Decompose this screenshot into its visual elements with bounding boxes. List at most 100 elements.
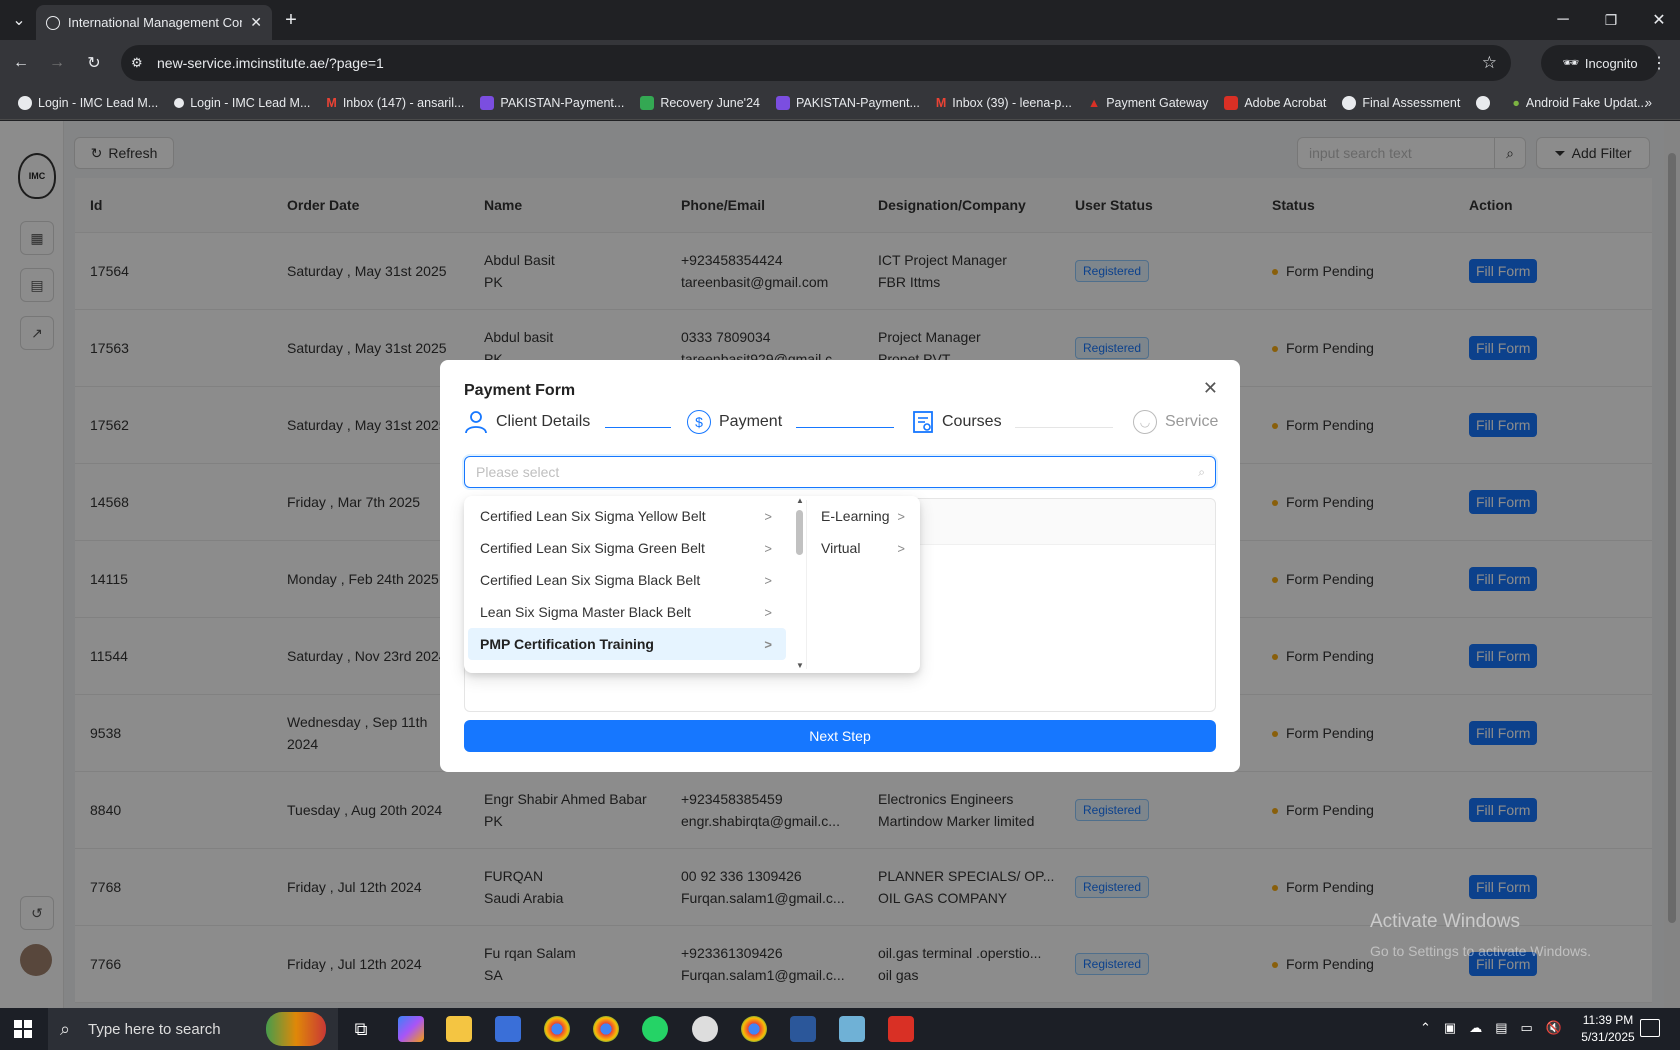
clock-date: 5/31/2025 xyxy=(1581,1030,1635,1044)
cascader-option[interactable]: Lean Six Sigma Master Black Belt > xyxy=(468,596,786,628)
tab-search-icon[interactable]: ⌄ xyxy=(4,5,34,35)
bookmark-item[interactable] xyxy=(1468,89,1504,117)
forward-icon[interactable]: → xyxy=(42,48,72,78)
reload-icon[interactable]: ↻ xyxy=(79,48,109,78)
step-connector xyxy=(605,427,671,428)
tray-app-icon[interactable]: ▤ xyxy=(1495,1020,1507,1036)
notifications-icon[interactable] xyxy=(1640,1019,1660,1037)
site-info-icon[interactable]: ⚙ xyxy=(131,55,143,71)
chevron-right-icon: > xyxy=(897,508,905,524)
chrome-icon[interactable] xyxy=(741,1016,767,1042)
new-tab-icon[interactable]: + xyxy=(276,5,306,35)
cascader-option[interactable]: Certified Lean Six Sigma Yellow Belt (Ar… xyxy=(468,660,786,669)
scroll-down-icon[interactable]: ▼ xyxy=(796,661,804,670)
scrollbar-thumb[interactable] xyxy=(796,510,803,555)
next-step-button[interactable]: Next Step xyxy=(464,720,1216,752)
step-courses[interactable]: Courses xyxy=(912,410,1002,434)
chrome-icon[interactable] xyxy=(544,1016,570,1042)
onedrive-icon[interactable]: ☁ xyxy=(1469,1020,1482,1036)
browser-tab-bar: ⌄ International Management Con ✕ + ─ ❐ ✕ xyxy=(0,0,1680,40)
step-connector xyxy=(796,427,894,428)
bookmark-item[interactable]: M Inbox (39) - leena-p... xyxy=(928,89,1080,117)
step-payment[interactable]: $ Payment xyxy=(687,410,782,434)
bookmark-favicon-icon xyxy=(1476,95,1491,110)
step-label: Payment xyxy=(719,413,783,430)
course-cascader-dropdown: Certified Lean Six Sigma Yellow Belt > Cer… xyxy=(464,496,920,673)
incognito-indicator[interactable]: 🕶 Incognito xyxy=(1541,45,1659,81)
task-view-icon[interactable]: ⧉ xyxy=(348,1016,374,1042)
option-label: Certified Lean Six Sigma Black Belt xyxy=(480,572,701,588)
bookmark-label: Final Assessment xyxy=(1362,95,1461,110)
dollar-icon: $ xyxy=(687,410,711,434)
taskbar-search[interactable]: ⌕ Type here to search xyxy=(48,1008,338,1050)
bookmark-item[interactable]: Recovery June'24 xyxy=(632,89,768,117)
course-select[interactable]: Please select ⌕ xyxy=(464,456,1216,488)
whatsapp-icon[interactable] xyxy=(642,1016,668,1042)
close-window-icon[interactable]: ✕ xyxy=(1644,5,1674,35)
step-client-details[interactable]: Client Details xyxy=(464,410,590,434)
option-label: PMP Certification Training xyxy=(480,636,654,652)
bookmark-item[interactable]: PAKISTAN-Payment... xyxy=(472,89,632,117)
url-field[interactable]: ⚙ new-service.imcinstitute.ae/?page=1 ☆ xyxy=(121,45,1511,81)
system-tray: ⌃ ▣ ☁ ▤ ▭ 🔇 xyxy=(1420,1020,1562,1036)
bookmark-label: Inbox (147) - ansaril... xyxy=(342,95,465,110)
cascader-sub-option[interactable]: Virtual > xyxy=(809,532,913,564)
bookmark-favicon-icon xyxy=(18,95,32,110)
cascader-option[interactable]: PMP Certification Training > xyxy=(468,628,786,660)
gmail-icon: M xyxy=(326,95,337,110)
bookmark-favicon-icon xyxy=(1342,95,1357,110)
bookmark-item[interactable]: ▲ Payment Gateway xyxy=(1080,89,1217,117)
copilot-icon[interactable] xyxy=(398,1016,424,1042)
cascader-sub-option[interactable]: E-Learning > xyxy=(809,500,913,532)
tray-app-icon[interactable]: ▣ xyxy=(1444,1020,1456,1036)
app-icon[interactable] xyxy=(839,1016,865,1042)
smile-icon: ◡ xyxy=(1133,410,1157,434)
windows-start-icon[interactable] xyxy=(14,1020,32,1038)
cascader-column-courses[interactable]: Certified Lean Six Sigma Yellow Belt > Cer… xyxy=(468,500,790,669)
volume-muted-icon[interactable]: 🔇 xyxy=(1546,1020,1562,1036)
chevron-right-icon: > xyxy=(764,604,772,620)
cascader-column-delivery[interactable]: E-Learning > Virtual > xyxy=(806,500,916,669)
acrobat-icon[interactable] xyxy=(888,1016,914,1042)
close-icon[interactable]: ✕ xyxy=(1203,378,1218,399)
app-icon[interactable] xyxy=(495,1016,521,1042)
more-bookmarks-icon[interactable]: » xyxy=(1637,89,1660,117)
address-bar-row: ← → ↻ ⚙ new-service.imcinstitute.ae/?pag… xyxy=(0,40,1680,86)
bookmark-item[interactable]: Login - IMC Lead M... xyxy=(166,89,318,117)
bookmarks-bar: Login - IMC Lead M... Login - IMC Lead M… xyxy=(0,86,1680,120)
scroll-up-icon[interactable]: ▲ xyxy=(796,496,804,505)
tab-title: International Management Con xyxy=(68,15,243,30)
step-service[interactable]: ◡ Service xyxy=(1133,410,1218,434)
file-explorer-icon[interactable] xyxy=(446,1016,472,1042)
restore-icon[interactable]: ❐ xyxy=(1596,5,1626,35)
bookmark-item[interactable]: M Inbox (147) - ansaril... xyxy=(318,89,472,117)
chevron-right-icon: > xyxy=(897,540,905,556)
bookmark-item[interactable]: Adobe Acrobat xyxy=(1216,89,1334,117)
network-icon[interactable]: ▭ xyxy=(1521,1020,1533,1036)
parrot-icon xyxy=(266,1012,326,1046)
taskbar-clock[interactable]: 11:39 PM 5/31/2025 xyxy=(1568,1012,1648,1046)
bookmark-item[interactable]: PAKISTAN-Payment... xyxy=(768,89,928,117)
cascader-option[interactable]: Certified Lean Six Sigma Black Belt > xyxy=(468,564,786,596)
bookmark-star-icon[interactable]: ☆ xyxy=(1482,53,1497,73)
clock-time: 11:39 PM xyxy=(1582,1013,1634,1027)
option-label: E-Learning xyxy=(821,508,890,524)
bookmark-item[interactable]: ● Android Fake Updat... xyxy=(1504,89,1655,117)
chevron-up-icon[interactable]: ⌃ xyxy=(1420,1020,1431,1036)
certificate-icon xyxy=(913,411,933,433)
clock-app-icon[interactable] xyxy=(692,1016,718,1042)
cascader-option[interactable]: Certified Lean Six Sigma Green Belt > xyxy=(468,532,786,564)
close-tab-icon[interactable]: ✕ xyxy=(250,14,262,31)
back-icon[interactable]: ← xyxy=(6,48,36,78)
menu-kebab-icon[interactable]: ⋮ xyxy=(1644,48,1674,78)
word-icon[interactable] xyxy=(790,1016,816,1042)
minimize-icon[interactable]: ─ xyxy=(1548,5,1578,35)
browser-tab[interactable]: International Management Con ✕ xyxy=(36,5,272,40)
search-icon: ⌕ xyxy=(60,1018,71,1039)
bookmark-item[interactable]: Final Assessment xyxy=(1334,89,1468,117)
bookmark-item[interactable]: Login - IMC Lead M... xyxy=(10,89,166,117)
chrome-icon[interactable] xyxy=(593,1016,619,1042)
cascader-option[interactable]: Certified Lean Six Sigma Yellow Belt > xyxy=(468,500,786,532)
cascader-scrollbar[interactable]: ▲ ▼ xyxy=(793,496,807,673)
option-label: Certified Lean Six Sigma Yellow Belt (Ar… xyxy=(480,668,759,669)
